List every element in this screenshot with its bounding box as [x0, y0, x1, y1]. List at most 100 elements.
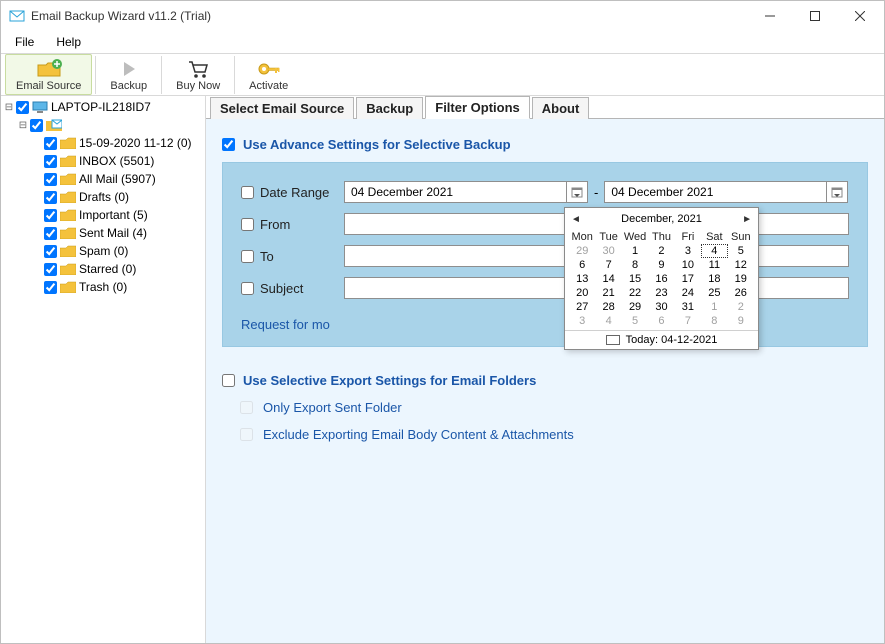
tree-item[interactable]: Trash (0)	[1, 278, 205, 296]
calendar-day[interactable]: 26	[728, 286, 754, 300]
tree-checkbox[interactable]	[44, 227, 57, 240]
subject-checkbox[interactable]	[241, 282, 254, 295]
calendar-day[interactable]: 6	[648, 314, 674, 328]
close-button[interactable]	[837, 2, 882, 30]
tree-item[interactable]: 15-09-2020 11-12 (0)	[1, 134, 205, 152]
toolbar-label: Backup	[110, 80, 147, 92]
tree-checkbox[interactable]	[44, 137, 57, 150]
collapse-icon[interactable]: ⊟	[17, 120, 29, 131]
tab-about[interactable]: About	[532, 97, 590, 119]
tree-checkbox[interactable]	[44, 263, 57, 276]
calendar-next-button[interactable]: ►	[742, 214, 752, 225]
calendar-day[interactable]: 13	[569, 272, 595, 286]
calendar-day[interactable]: 8	[622, 258, 648, 272]
menu-help[interactable]: Help	[48, 33, 89, 51]
tree-item[interactable]: Spam (0)	[1, 242, 205, 260]
calendar-day[interactable]: 14	[595, 272, 621, 286]
calendar-dow: Tue	[595, 230, 621, 244]
date-from-picker-button[interactable]	[566, 181, 588, 203]
tree-item[interactable]: INBOX (5501)	[1, 152, 205, 170]
tree-item[interactable]: All Mail (5907)	[1, 170, 205, 188]
calendar-day[interactable]: 1	[622, 244, 648, 258]
tree-checkbox[interactable]	[44, 155, 57, 168]
calendar-footer[interactable]: Today: 04-12-2021	[565, 330, 758, 349]
calendar-day[interactable]: 30	[595, 244, 621, 258]
date-range-checkbox[interactable]	[241, 186, 254, 199]
calendar-day[interactable]: 31	[675, 300, 701, 314]
tree-item[interactable]: Sent Mail (4)	[1, 224, 205, 242]
calendar-day[interactable]: 23	[648, 286, 674, 300]
tree-account[interactable]: ⊟	[1, 116, 205, 134]
calendar-today-box-icon	[606, 335, 620, 345]
tree-root[interactable]: ⊟ LAPTOP-IL218ID7	[1, 98, 205, 116]
calendar-day[interactable]: 3	[569, 314, 595, 328]
date-to-picker-button[interactable]	[826, 181, 848, 203]
from-checkbox[interactable]	[241, 218, 254, 231]
tab-filter-options[interactable]: Filter Options	[425, 96, 530, 119]
to-checkbox[interactable]	[241, 250, 254, 263]
tree-checkbox[interactable]	[30, 119, 43, 132]
calendar-day[interactable]: 21	[595, 286, 621, 300]
calendar-dow: Mon	[569, 230, 595, 244]
calendar-day[interactable]: 17	[675, 272, 701, 286]
only-sent-checkbox[interactable]	[240, 401, 253, 414]
date-to-input[interactable]	[604, 181, 826, 203]
calendar-day[interactable]: 4	[595, 314, 621, 328]
calendar-day[interactable]: 4	[701, 244, 727, 258]
calendar-day[interactable]: 7	[595, 258, 621, 272]
toolbar-buy-now[interactable]: Buy Now	[165, 54, 231, 95]
selective-export-checkbox[interactable]	[222, 374, 235, 387]
toolbar-email-source[interactable]: Email Source	[5, 54, 92, 95]
calendar-day[interactable]: 9	[728, 314, 754, 328]
date-from-input[interactable]	[344, 181, 566, 203]
calendar-day[interactable]: 18	[701, 272, 727, 286]
tree-item[interactable]: Starred (0)	[1, 260, 205, 278]
calendar-day[interactable]: 28	[595, 300, 621, 314]
calendar-day[interactable]: 8	[701, 314, 727, 328]
tab-backup[interactable]: Backup	[356, 97, 423, 119]
calendar-day[interactable]: 10	[675, 258, 701, 272]
toolbar-backup[interactable]: Backup	[99, 54, 158, 95]
calendar-day[interactable]: 11	[701, 258, 727, 272]
calendar-day[interactable]: 29	[622, 300, 648, 314]
calendar-day[interactable]: 2	[728, 300, 754, 314]
tab-select-email-source[interactable]: Select Email Source	[210, 97, 354, 119]
tree-checkbox[interactable]	[44, 245, 57, 258]
exclude-body-checkbox[interactable]	[240, 428, 253, 441]
calendar-day[interactable]: 30	[648, 300, 674, 314]
toolbar-activate[interactable]: Activate	[238, 54, 299, 95]
calendar-day[interactable]: 19	[728, 272, 754, 286]
tree-checkbox[interactable]	[44, 173, 57, 186]
calendar-day[interactable]: 3	[675, 244, 701, 258]
calendar-day[interactable]: 6	[569, 258, 595, 272]
calendar-day[interactable]: 20	[569, 286, 595, 300]
collapse-icon[interactable]: ⊟	[3, 102, 15, 113]
calendar-prev-button[interactable]: ◄	[571, 214, 581, 225]
advance-settings-checkbox[interactable]	[222, 138, 235, 151]
tree-checkbox[interactable]	[44, 281, 57, 294]
calendar-day[interactable]: 25	[701, 286, 727, 300]
calendar-day[interactable]: 2	[648, 244, 674, 258]
calendar-day[interactable]: 24	[675, 286, 701, 300]
calendar-day[interactable]: 7	[675, 314, 701, 328]
tree-item[interactable]: Drafts (0)	[1, 188, 205, 206]
minimize-button[interactable]	[747, 2, 792, 30]
calendar-day[interactable]: 5	[622, 314, 648, 328]
calendar-day[interactable]: 12	[728, 258, 754, 272]
maximize-button[interactable]	[792, 2, 837, 30]
calendar-day[interactable]: 29	[569, 244, 595, 258]
calendar-day[interactable]: 16	[648, 272, 674, 286]
calendar-day[interactable]: 27	[569, 300, 595, 314]
calendar-day[interactable]: 1	[701, 300, 727, 314]
calendar-day[interactable]: 22	[622, 286, 648, 300]
calendar-day[interactable]: 9	[648, 258, 674, 272]
tree-checkbox[interactable]	[44, 191, 57, 204]
calendar-day[interactable]: 5	[728, 244, 754, 258]
tree-item-label: Important (5)	[79, 208, 148, 222]
calendar-day[interactable]: 15	[622, 272, 648, 286]
menu-file[interactable]: File	[7, 33, 42, 51]
date-range-dash: -	[588, 185, 604, 200]
tree-checkbox[interactable]	[16, 101, 29, 114]
tree-checkbox[interactable]	[44, 209, 57, 222]
tree-item[interactable]: Important (5)	[1, 206, 205, 224]
